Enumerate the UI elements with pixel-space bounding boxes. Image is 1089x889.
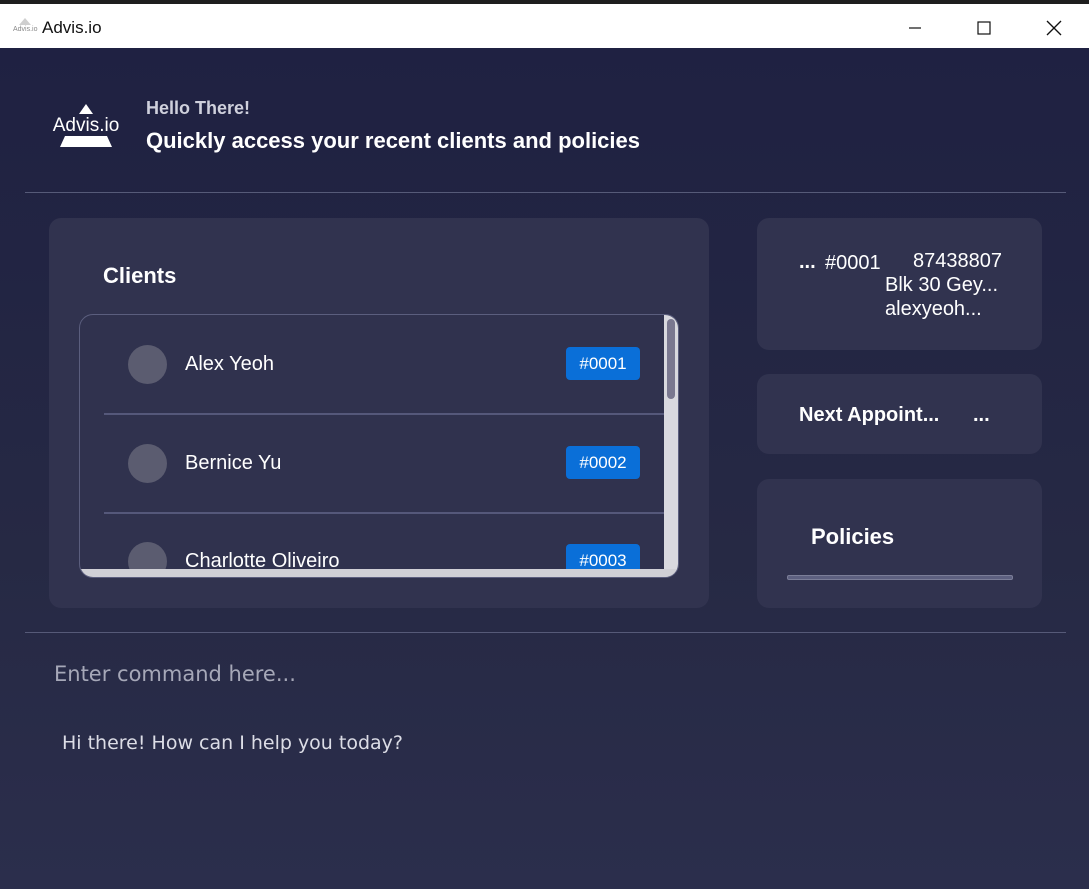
client-name: Alex Yeoh: [185, 353, 274, 375]
maximize-button[interactable]: [949, 8, 1019, 48]
svg-text:Advis.io: Advis.io: [53, 115, 120, 136]
horizontal-scrollbar[interactable]: [80, 569, 678, 577]
scrollbar-thumb[interactable]: [667, 319, 675, 399]
summary-client-id: #0001: [825, 252, 881, 274]
policies-list: [787, 575, 1013, 580]
command-input[interactable]: [40, 654, 1040, 694]
app-icon: Advis.io: [13, 18, 38, 33]
advis-logo: Advis.io: [53, 104, 120, 147]
summary-phone: 87438807: [913, 250, 1002, 272]
header-subtitle: Quickly access your recent clients and p…: [146, 128, 641, 153]
appointment-panel: Next Appoint... ...: [757, 374, 1042, 454]
summary-address: Blk 30 Gey...: [885, 274, 999, 296]
appointment-title: Next Appoint...: [799, 404, 940, 426]
appointment-value: ...: [973, 404, 990, 426]
close-button[interactable]: [1019, 8, 1089, 48]
app-window: Advis.io Hello There! Quickly access you…: [0, 48, 1089, 889]
vertical-scrollbar[interactable]: [664, 315, 678, 577]
client-id-badge: #0001: [566, 347, 640, 380]
window-title: Advis.io: [42, 18, 102, 37]
client-name: Bernice Yu: [185, 452, 282, 474]
response-text: Hi there! How can I help you today?: [62, 732, 403, 754]
command-divider: [25, 632, 1066, 633]
summary-name-truncated: ...: [799, 251, 816, 273]
window-titlebar: Advis.io Advis.io: [0, 0, 1089, 48]
client-summary-panel: ... #0001 87438807 Blk 30 Gey... alexyeo…: [757, 218, 1042, 350]
clients-panel: Clients Alex Yeoh #0001 Bernice Yu #0002…: [49, 218, 709, 608]
clients-title: Clients: [103, 263, 177, 288]
avatar: [128, 444, 167, 483]
client-list-item[interactable]: Bernice Yu #0002: [104, 414, 664, 514]
clients-list: Alex Yeoh #0001 Bernice Yu #0002 Charlot…: [79, 314, 679, 578]
minimize-icon: [909, 27, 921, 29]
summary-email: alexyeoh...: [885, 298, 982, 320]
svg-text:Advis.io: Advis.io: [13, 26, 38, 33]
client-id-badge: #0002: [566, 446, 640, 479]
policies-title: Policies: [811, 524, 895, 549]
header-divider: [25, 192, 1066, 193]
minimize-button[interactable]: [880, 8, 950, 48]
close-icon: [1046, 20, 1062, 36]
policies-panel: Policies: [757, 479, 1042, 608]
client-list-item[interactable]: Alex Yeoh #0001: [104, 315, 664, 415]
maximize-icon: [977, 21, 991, 35]
avatar: [128, 345, 167, 384]
greeting-text: Hello There!: [146, 98, 251, 118]
